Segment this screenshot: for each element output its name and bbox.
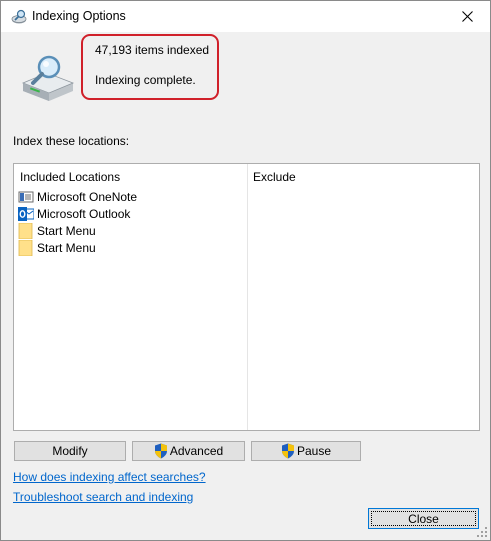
- list-item[interactable]: Microsoft Outlook: [18, 206, 130, 222]
- outlook-icon: [18, 207, 34, 221]
- close-button-label: Close: [408, 511, 439, 526]
- list-item[interactable]: Microsoft OneNote: [18, 189, 137, 205]
- troubleshoot-link[interactable]: Troubleshoot search and indexing: [13, 490, 193, 504]
- column-header-exclude[interactable]: Exclude: [253, 170, 296, 184]
- list-item-label: Start Menu: [37, 224, 96, 238]
- list-item[interactable]: Start Menu: [18, 240, 96, 256]
- indexing-status: Indexing complete.: [95, 73, 196, 87]
- modify-button[interactable]: Modify: [14, 441, 126, 461]
- items-indexed-count: 47,193 items indexed: [95, 43, 210, 57]
- uac-shield-icon: [281, 443, 294, 459]
- advanced-button-label: Advanced: [169, 444, 224, 458]
- column-header-included[interactable]: Included Locations: [20, 170, 120, 184]
- advanced-button[interactable]: Advanced: [132, 441, 245, 461]
- indexing-options-window: Indexing Options 47,193 items indexed In…: [0, 0, 491, 541]
- list-item-label: Microsoft Outlook: [37, 207, 131, 221]
- pause-button-label: Pause: [296, 444, 332, 458]
- indexing-affect-searches-link[interactable]: How does indexing affect searches?: [13, 470, 206, 484]
- close-icon: [461, 11, 473, 22]
- modify-button-label: Modify: [52, 444, 88, 458]
- title-bar[interactable]: Indexing Options: [1, 1, 490, 32]
- folder-icon: [18, 223, 33, 239]
- close-button[interactable]: Close: [368, 508, 479, 529]
- locations-label: Index these locations:: [13, 134, 130, 148]
- indexing-drive-icon: [21, 55, 75, 101]
- locations-list[interactable]: Included Locations Exclude Microsoft One…: [13, 163, 480, 431]
- indexing-options-icon: [11, 9, 27, 24]
- onenote-icon: [18, 191, 34, 203]
- window-title: Indexing Options: [32, 9, 126, 23]
- pause-button[interactable]: Pause: [251, 441, 361, 461]
- list-item[interactable]: Start Menu: [18, 223, 96, 239]
- column-separator[interactable]: [247, 164, 248, 430]
- folder-icon: [18, 240, 33, 256]
- list-item-label: Start Menu: [37, 241, 96, 255]
- list-item-label: Microsoft OneNote: [37, 190, 138, 204]
- resize-grip-icon[interactable]: [477, 527, 487, 537]
- uac-shield-icon: [154, 443, 167, 459]
- close-window-button[interactable]: [444, 1, 490, 32]
